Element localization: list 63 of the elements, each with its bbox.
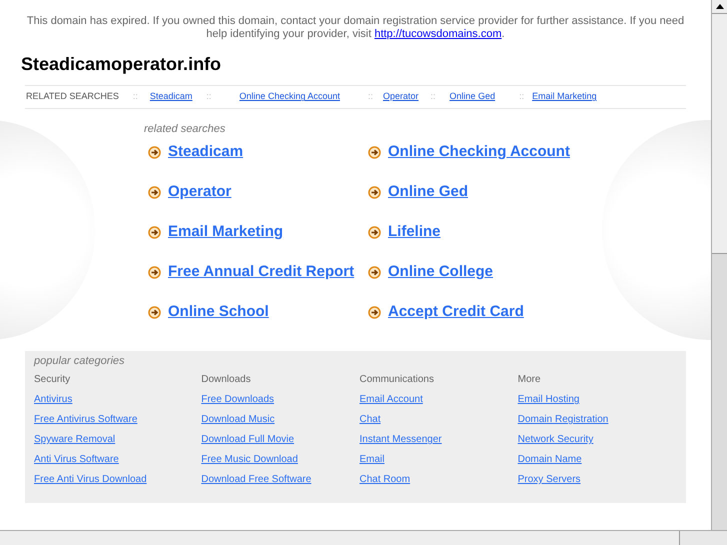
category-link[interactable]: Free Antivirus Software — [34, 414, 138, 425]
search-link[interactable]: Online College — [388, 261, 494, 284]
arrow-circle-icon — [148, 266, 161, 279]
horizontal-scrollbar[interactable] — [0, 530, 727, 545]
search-link[interactable]: Lifeline — [388, 221, 441, 244]
category-link[interactable]: Domain Registration — [518, 414, 608, 425]
search-link[interactable]: Online Ged — [388, 181, 468, 204]
arrow-circle-icon — [368, 186, 381, 199]
arrow-circle-icon — [148, 146, 161, 159]
category-link[interactable]: Anti Virus Software — [34, 454, 119, 465]
vertical-scrollbar[interactable] — [711, 0, 727, 530]
category-link[interactable]: Antivirus — [34, 394, 72, 405]
category-link[interactable]: Proxy Servers — [518, 474, 581, 485]
arrow-circle-icon — [368, 146, 381, 159]
category-link[interactable]: Free Downloads — [201, 394, 274, 405]
category-link[interactable]: Domain Name — [518, 454, 582, 465]
related-link[interactable]: Online Ged — [450, 90, 496, 104]
category-link[interactable]: Spyware Removal — [34, 434, 116, 445]
section-heading: related searches — [144, 122, 226, 137]
category-title: Communications — [359, 373, 435, 387]
arrow-circle-icon — [368, 226, 381, 239]
category-link[interactable]: Email — [359, 454, 384, 465]
category-link[interactable]: Free Music Download — [201, 454, 298, 465]
category-link[interactable]: Instant Messenger — [359, 434, 442, 445]
search-link[interactable]: Free Annual Credit Report — [168, 261, 354, 284]
separator: :: — [132, 90, 138, 104]
category-link[interactable]: Download Music — [201, 414, 275, 425]
site-title: Steadicamoperator.info — [21, 53, 222, 75]
search-link[interactable]: Accept Credit Card — [388, 301, 524, 324]
category-link[interactable]: Email Hosting — [518, 394, 580, 405]
related-link[interactable]: Email Marketing — [532, 90, 597, 104]
separator: :: — [368, 90, 373, 104]
related-link[interactable]: Online Checking Account — [239, 90, 340, 104]
expiry-notice: This domain has expired. If you owned this domain, contact your domain registration service provider for further assistance. If you need help identifying your provider, visit http://tucowsdomains.com. — [26, 14, 686, 41]
bar-label: RELATED SEARCHES — [26, 90, 119, 104]
notice-link[interactable]: http://tucowsdomains.com — [374, 28, 502, 40]
separator: :: — [519, 90, 524, 104]
category-link[interactable]: Chat — [359, 414, 381, 425]
category-link[interactable]: Free Anti Virus Download — [34, 474, 147, 485]
section-heading: popular categories — [34, 354, 126, 368]
search-link[interactable]: Online Checking Account — [388, 141, 570, 164]
related-link[interactable]: Operator — [383, 90, 419, 104]
separator: :: — [430, 90, 436, 104]
category-link[interactable]: Download Free Software — [201, 474, 312, 485]
arrow-circle-icon — [368, 306, 381, 319]
category-link[interactable]: Chat Room — [359, 474, 410, 485]
arrow-circle-icon — [148, 186, 161, 199]
related-link[interactable]: Steadicam — [150, 90, 192, 104]
category-title: More — [518, 373, 542, 387]
category-title: Security — [34, 373, 72, 387]
arrow-circle-icon — [148, 226, 161, 239]
search-link[interactable]: Online School — [168, 301, 269, 324]
arrow-circle-icon — [148, 306, 161, 319]
category-link[interactable]: Email Account — [359, 394, 423, 405]
category-link[interactable]: Network Security — [518, 434, 594, 445]
separator: :: — [206, 90, 212, 104]
search-link[interactable]: Email Marketing — [168, 221, 284, 244]
category-link[interactable]: Download Full Movie — [201, 434, 294, 445]
search-link[interactable]: Steadicam — [168, 141, 244, 164]
arrow-circle-icon — [368, 266, 381, 279]
scroll-up-icon[interactable] — [716, 4, 724, 9]
search-link[interactable]: Operator — [168, 181, 232, 204]
category-title: Downloads — [201, 373, 252, 387]
